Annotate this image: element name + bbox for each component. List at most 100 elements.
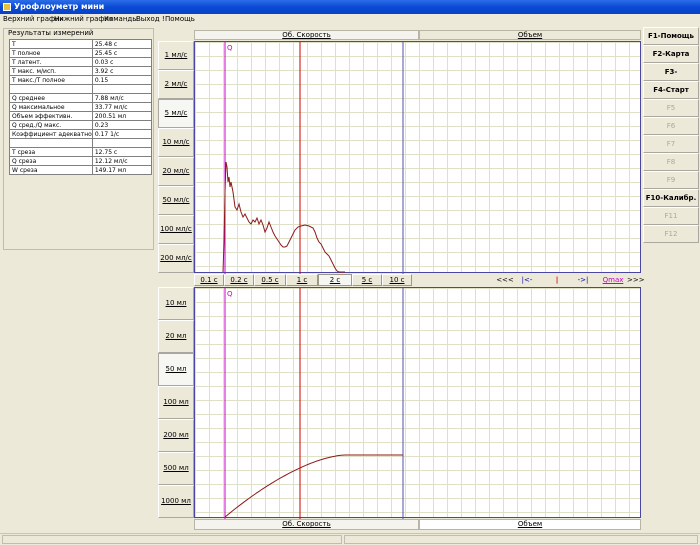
menu-help[interactable]: Помощь (165, 14, 195, 25)
scale-20-ml-button[interactable]: 20 мл (158, 320, 194, 353)
results-table: T 25.48 сT полное 25.45 сT латент. 0.03 сT … (9, 39, 153, 175)
time-0.5s-button[interactable]: 0.5 с (254, 274, 286, 286)
q-marker-label-bottom: Q (227, 290, 233, 298)
volume-svg: Q (224, 288, 404, 519)
result-value (91, 84, 153, 94)
result-value: 149.17 мл (91, 165, 153, 175)
result-row: Q среднее 7.88 мл/с (9, 93, 153, 103)
result-label: T среза (9, 147, 93, 157)
result-label: W среза (9, 165, 93, 175)
volume-curve (224, 454, 403, 518)
result-row: Q среза 12.12 мл/с (9, 156, 153, 166)
result-row: T макс./T полное 0.15 (9, 75, 153, 85)
tab-bottom-flow[interactable]: Об. Скорость (194, 519, 419, 530)
app-icon (3, 3, 11, 11)
volume-plot[interactable]: Q (194, 287, 641, 519)
window-title: Урофлоуметр мини (14, 2, 105, 11)
result-value: 0.17 1/с (91, 129, 153, 139)
time-0.2s-button[interactable]: 0.2 с (224, 274, 254, 286)
result-label: Коэффициент адекватно (9, 129, 93, 139)
scale-200-ml-button[interactable]: 200 мл (158, 419, 194, 452)
nav-first-button[interactable]: <<< (493, 274, 517, 286)
time-1s-button[interactable]: 1 с (286, 274, 318, 286)
f3-conclusion-button[interactable]: F3-Заключение (643, 63, 699, 92)
result-row: Q максимальное 33.77 мл/с (9, 102, 153, 112)
result-label: T макс./T полное (9, 75, 93, 85)
result-row: Q сред./Q макс. 0.23 (9, 120, 153, 130)
f6-button[interactable]: F6 (643, 117, 699, 135)
result-value: 7.88 мл/с (91, 93, 153, 103)
scale-20-mls-button[interactable]: 20 мл/с (158, 157, 194, 186)
menu-bar: Верхний график Нижний график Команды Вых… (0, 14, 700, 25)
status-bar (0, 533, 700, 545)
result-label: Q сред./Q макс. (9, 120, 93, 130)
scale-200-mls-button[interactable]: 200 мл/с (158, 244, 194, 273)
flow-rate-curve (222, 161, 345, 273)
nav-prev-button[interactable]: |<- (520, 274, 534, 286)
result-value: 33.77 мл/с (91, 102, 153, 112)
scale-50-ml-button[interactable]: 50 мл (158, 353, 194, 386)
result-row: Объем эффективн. 200.51 мл (9, 111, 153, 121)
result-row: W среза 149.17 мл (9, 165, 153, 175)
result-value: 12.75 с (91, 147, 153, 157)
status-cell-1 (2, 535, 342, 544)
time-5s-button[interactable]: 5 с (352, 274, 382, 286)
tab-top-volume[interactable]: Объем (419, 30, 641, 40)
result-label: Q среднее (9, 93, 93, 103)
time-0.1s-button[interactable]: 0.1 с (194, 274, 224, 286)
q-marker-label-top: Q (227, 44, 233, 52)
f11-button[interactable]: F11 (643, 207, 699, 225)
scale-1000-ml-button[interactable]: 1000 мл (158, 485, 194, 518)
scale-1-mls-button[interactable]: 1 мл/с (158, 41, 194, 70)
time-10s-button[interactable]: 10 с (382, 274, 412, 286)
result-value: 0.15 (91, 75, 153, 85)
result-row: T полное 25.45 с (9, 48, 153, 58)
f1-help-button[interactable]: F1-Помощь (643, 27, 699, 45)
flow-rate-svg: Q (222, 42, 404, 274)
tab-bottom-volume[interactable]: Объем (419, 519, 641, 530)
nav-next-button[interactable]: ->| (576, 274, 590, 286)
result-row: T макс. м/исп. 3.92 с (9, 66, 153, 76)
result-value: 12.12 мл/с (91, 156, 153, 166)
menu-commands[interactable]: Команды (104, 14, 138, 25)
result-value (91, 138, 153, 148)
result-row: T 25.48 с (9, 39, 153, 49)
result-label: Q максимальное (9, 102, 93, 112)
result-label: Q среза (9, 156, 93, 166)
scale-100-ml-button[interactable]: 100 мл (158, 386, 194, 419)
nav-cursor-button[interactable]: | (553, 274, 561, 286)
nav-qmax-button[interactable]: Qmax (602, 274, 624, 286)
result-row (9, 84, 153, 94)
f4-start-button[interactable]: F4-Старт (643, 81, 699, 99)
scale-50-mls-button[interactable]: 50 мл/с (158, 186, 194, 215)
scale-2-mls-button[interactable]: 2 мл/с (158, 70, 194, 99)
result-row (9, 138, 153, 148)
f2-card-button[interactable]: F2-Карта (643, 45, 699, 63)
result-label: T латент. (9, 57, 93, 67)
f10-calibration-button[interactable]: F10-Калибр. (643, 189, 699, 207)
scale-10-mls-button[interactable]: 10 мл/с (158, 128, 194, 157)
result-value: 0.23 (91, 120, 153, 130)
nav-last-button[interactable]: >>> (627, 274, 645, 286)
f8-button[interactable]: F8 (643, 153, 699, 171)
status-cell-2 (344, 535, 698, 544)
time-2s-button[interactable]: 2 с (318, 274, 352, 286)
result-value: 200.51 мл (91, 111, 153, 121)
result-value: 25.45 с (91, 48, 153, 58)
result-value: 25.48 с (91, 39, 153, 49)
f12-button[interactable]: F12 (643, 225, 699, 243)
results-title: Результаты измерений (8, 29, 94, 37)
f7-button[interactable]: F7 (643, 135, 699, 153)
f5-button[interactable]: F5 (643, 99, 699, 117)
f9-button[interactable]: F9 (643, 171, 699, 189)
scale-100-mls-button[interactable]: 100 мл/с (158, 215, 194, 244)
menu-exit[interactable]: Выход ! (136, 14, 165, 25)
result-label (9, 138, 93, 148)
tab-top-flow[interactable]: Об. Скорость (194, 30, 419, 40)
scale-10-ml-button[interactable]: 10 мл (158, 287, 194, 320)
scale-5-mls-button[interactable]: 5 мл/с (158, 99, 194, 128)
flow-rate-plot[interactable]: Q (194, 41, 641, 274)
result-label: T полное (9, 48, 93, 58)
scale-500-ml-button[interactable]: 500 мл (158, 452, 194, 485)
result-value: 3.92 с (91, 66, 153, 76)
